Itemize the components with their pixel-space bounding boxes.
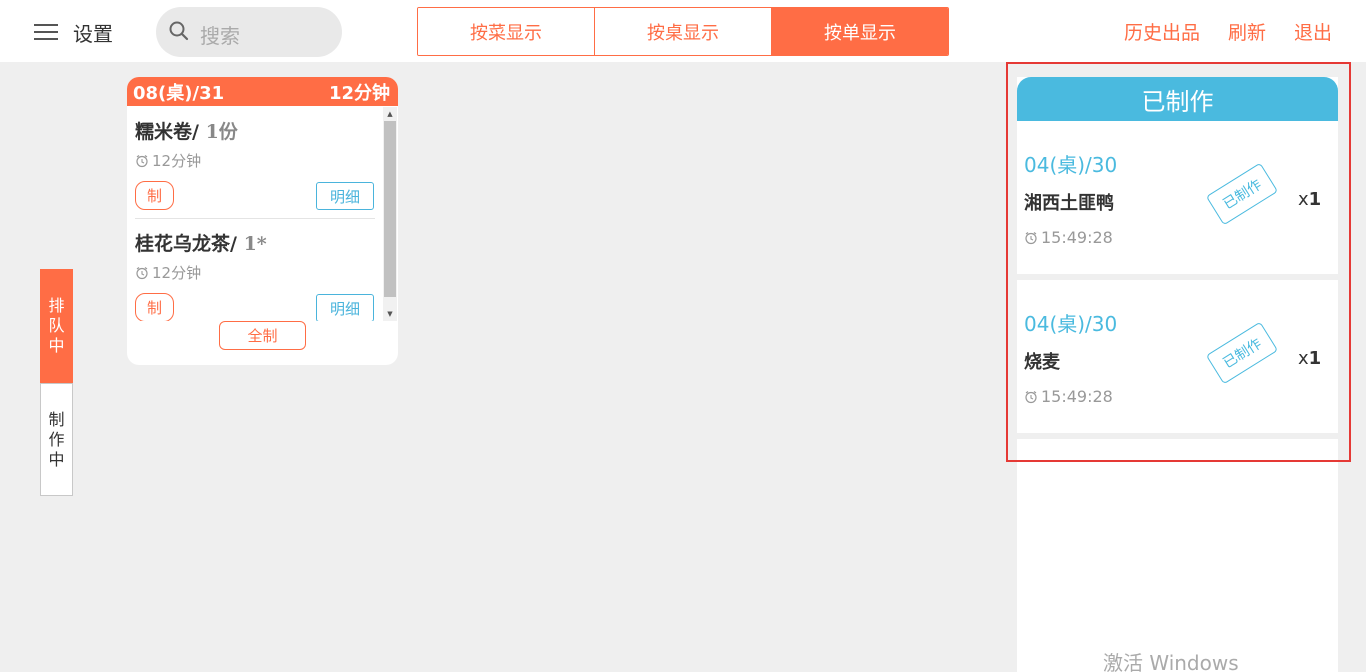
alarm-clock-icon: [136, 266, 148, 279]
windows-activation-watermark: 激活 Windows: [1103, 651, 1239, 672]
tab-queue-label: 排队中: [48, 296, 65, 355]
search-icon: [169, 21, 189, 41]
done-table-number: 04(桌)/30: [1024, 153, 1118, 177]
done-stamp: 已制作: [1205, 162, 1279, 226]
done-time: 15:49:28: [1024, 387, 1113, 406]
tab-by-dish[interactable]: 按菜显示: [418, 8, 594, 55]
scroll-up-arrow-icon[interactable]: ▲: [383, 107, 397, 121]
tab-making[interactable]: 制作中: [40, 383, 73, 496]
scrollbar[interactable]: ▲ ▼: [383, 107, 397, 321]
done-dish-name: 湘西土匪鸭: [1024, 193, 1114, 214]
make-button[interactable]: 制: [135, 293, 174, 321]
make-all-button[interactable]: 全制: [219, 321, 306, 350]
done-dish-name: 烧麦: [1024, 352, 1060, 373]
settings-link[interactable]: 设置: [73, 18, 113, 47]
tab-by-order[interactable]: 按单显示: [771, 8, 948, 55]
done-list-item[interactable]: 04(桌)/30 烧麦 15:49:28 已制作 x1: [1017, 280, 1338, 433]
alarm-clock-icon: [1025, 390, 1037, 403]
dish-name: 糯米卷/ 1份: [135, 121, 238, 143]
search-placeholder: 搜索: [200, 24, 240, 48]
make-button[interactable]: 制: [135, 181, 174, 210]
divider: [1017, 433, 1338, 439]
detail-button[interactable]: 明细: [316, 182, 374, 210]
done-stamp: 已制作: [1205, 321, 1279, 385]
logout-link[interactable]: 退出: [1294, 18, 1332, 45]
done-count: x1: [1298, 348, 1322, 369]
dish-wait-time: 12分钟: [135, 262, 201, 283]
done-panel-title: 已制作: [1017, 77, 1338, 121]
alarm-clock-icon: [1025, 231, 1037, 244]
dish-wait-time: 12分钟: [135, 150, 201, 171]
scroll-down-arrow-icon[interactable]: ▼: [383, 307, 397, 321]
hamburger-menu-icon[interactable]: [34, 20, 60, 42]
done-count: x1: [1298, 189, 1322, 210]
history-link[interactable]: 历史出品: [1124, 18, 1200, 45]
done-time: 15:49:28: [1024, 228, 1113, 247]
tab-by-table[interactable]: 按桌显示: [594, 8, 771, 55]
list-item: 桂花乌龙茶/ 1* 12分钟 制 明细: [135, 218, 375, 321]
scrollbar-thumb[interactable]: [384, 121, 396, 297]
order-table-number: 08(桌)/31: [133, 82, 225, 104]
order-dish-list: 糯米卷/ 1份 12分钟 制 明细 桂花乌龙茶/ 1* 12分钟 制 明细: [127, 107, 383, 321]
order-elapsed-time: 12分钟: [328, 82, 390, 104]
refresh-link[interactable]: 刷新: [1228, 18, 1266, 45]
view-mode-tabs: 按菜显示 按桌显示 按单显示: [417, 7, 949, 56]
tab-queue[interactable]: 排队中: [40, 269, 73, 383]
tab-making-label: 制作中: [48, 409, 65, 469]
top-bar: 设置 搜索 按菜显示 按桌显示 按单显示 历史出品 刷新 退出: [0, 0, 1366, 62]
list-item: 糯米卷/ 1份 12分钟 制 明细: [135, 107, 375, 218]
dish-quantity: 1份: [198, 121, 238, 143]
search-input[interactable]: 搜索: [156, 7, 342, 57]
dish-name: 桂花乌龙茶/ 1*: [135, 233, 267, 255]
order-card: 08(桌)/31 12分钟 糯米卷/ 1份 12分钟 制 明细 桂花乌龙茶/ 1…: [127, 77, 398, 365]
order-card-header: 08(桌)/31 12分钟: [127, 77, 398, 106]
alarm-clock-icon: [136, 154, 148, 167]
done-list-item[interactable]: 04(桌)/30 湘西土匪鸭 15:49:28 已制作 x1: [1017, 121, 1338, 274]
done-table-number: 04(桌)/30: [1024, 312, 1118, 336]
detail-button[interactable]: 明细: [316, 294, 374, 321]
top-links: 历史出品 刷新 退出: [1124, 18, 1332, 45]
done-panel: 已制作 04(桌)/30 湘西土匪鸭 15:49:28 已制作 x1 04(桌)…: [1017, 77, 1338, 672]
dish-quantity: 1*: [236, 233, 267, 255]
